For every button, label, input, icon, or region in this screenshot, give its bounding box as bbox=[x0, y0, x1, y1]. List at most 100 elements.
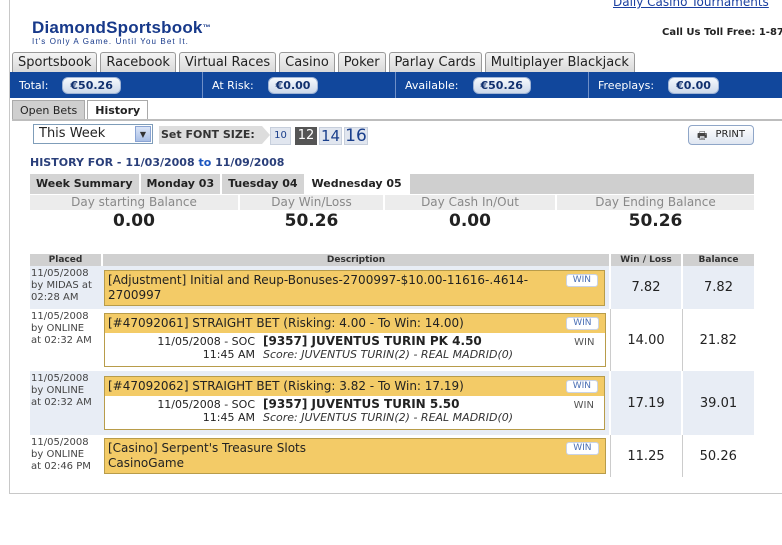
day-tabs: Week Summary Monday 03 Tuesday 04 Wednes… bbox=[30, 174, 754, 194]
win-badge: WIN bbox=[566, 317, 599, 330]
summary-value: 50.26 bbox=[628, 211, 683, 231]
col-header-win-loss: Win / Loss bbox=[610, 254, 683, 266]
daily-casino-tournaments-link[interactable]: Daily Casino Tournaments bbox=[613, 0, 769, 9]
bet-title: [Adjustment] Initial and Reup-Bonuses-27… bbox=[108, 272, 529, 302]
event-datetime: 11/05/2008 - SOC 11:45 AM bbox=[105, 335, 263, 365]
summary-cash-in-out: Day Cash In/Out 0.00 bbox=[385, 195, 557, 233]
placed-cell: 11/05/2008 by ONLINE at 02:32 AM bbox=[30, 309, 102, 371]
history-to-word: to bbox=[198, 156, 212, 169]
description-cell: [Adjustment] Initial and Reup-Bonuses-27… bbox=[102, 266, 610, 309]
balance-cell: 50.26 bbox=[681, 435, 754, 477]
balance-label: At Risk: bbox=[212, 78, 254, 92]
placed-by: by ONLINE bbox=[31, 323, 85, 334]
balance-label: Total: bbox=[19, 78, 49, 92]
tab-tuesday[interactable]: Tuesday 04 bbox=[222, 174, 306, 194]
tab-monday[interactable]: Monday 03 bbox=[140, 174, 223, 194]
font-size-10-button[interactable]: 10 bbox=[270, 127, 291, 145]
tab-week-summary[interactable]: Week Summary bbox=[30, 174, 141, 194]
bet-risk: (Risking: 4.00 - To Win: 14.00) bbox=[283, 316, 464, 330]
font-size-12-button[interactable]: 12 bbox=[295, 127, 317, 145]
pick-text: [9357] JUVENTUS TURIN PK 4.50 bbox=[263, 334, 482, 348]
bet-card: [#47092062] STRAIGHT BET (Risking: 3.82 … bbox=[104, 376, 605, 430]
bet-pick: [9357] JUVENTUS TURIN PK 4.50 Score: JUV… bbox=[263, 335, 513, 365]
bet-id: [#47092061] STRAIGHT BET bbox=[108, 316, 280, 330]
bet-detail: 11/05/2008 - SOC 11:45 AM [9357] JUVENTU… bbox=[105, 333, 605, 366]
main-nav-tabs: Sportsbook Racebook Virtual Races Casino… bbox=[12, 52, 635, 72]
placed-date: 11/05/2008 bbox=[31, 311, 89, 322]
bet-card: [Casino] Serpent's Treasure Slots Casino… bbox=[104, 438, 606, 474]
col-header-balance: Balance bbox=[682, 254, 754, 266]
sub-tabs: Open Bets History bbox=[12, 100, 149, 120]
win-loss-cell: 14.00 bbox=[609, 309, 682, 371]
placed-by: by ONLINE bbox=[31, 385, 85, 396]
bet-header: [#47092061] STRAIGHT BET (Risking: 4.00 … bbox=[105, 314, 605, 333]
summary-value: 50.26 bbox=[284, 211, 339, 231]
description-cell: [#47092062] STRAIGHT BET (Risking: 3.82 … bbox=[102, 371, 610, 435]
pick-text: [9357] JUVENTUS TURIN 5.50 bbox=[263, 397, 460, 411]
balance-total: Total: €50.26 bbox=[10, 72, 203, 98]
bet-subtitle: CasinoGame bbox=[108, 456, 184, 470]
summary-label: Day Win/Loss bbox=[240, 195, 383, 210]
printer-icon: 🖶 bbox=[697, 129, 708, 142]
tab-history[interactable]: History bbox=[87, 100, 149, 120]
summary-value: 0.00 bbox=[449, 211, 491, 231]
tab-poker[interactable]: Poker bbox=[337, 52, 386, 72]
balance-cell: 39.01 bbox=[681, 371, 754, 435]
event-date: 11/05/2008 - SOC bbox=[157, 398, 255, 411]
summary-label: Day Cash In/Out bbox=[385, 195, 555, 210]
tab-sportsbook[interactable]: Sportsbook bbox=[12, 52, 98, 72]
placed-cell: 11/05/2008 by ONLINE at 02:32 AM bbox=[30, 371, 102, 435]
placed-by: by MIDAS at bbox=[31, 280, 92, 291]
tab-parlay-cards[interactable]: Parlay Cards bbox=[388, 52, 482, 72]
bet-result: WIN bbox=[574, 337, 595, 348]
history-range: HISTORY FOR - 11/03/2008 to 11/09/2008 bbox=[30, 156, 284, 169]
tab-multiplayer-blackjack[interactable]: Multiplayer Blackjack bbox=[484, 52, 635, 72]
summary-label: Day Ending Balance bbox=[557, 195, 754, 210]
placed-time: at 02:32 AM bbox=[31, 335, 92, 346]
balance-label: Freeplays: bbox=[598, 78, 655, 92]
font-size-14-button[interactable]: 14 bbox=[319, 127, 342, 145]
tab-virtual-races[interactable]: Virtual Races bbox=[178, 52, 277, 72]
balance-available: Available: €50.26 bbox=[396, 72, 589, 98]
balance-value: €0.00 bbox=[267, 76, 319, 94]
tab-racebook[interactable]: Racebook bbox=[100, 52, 176, 72]
placed-time: at 02:46 PM bbox=[31, 461, 91, 472]
balance-cell: 7.82 bbox=[681, 266, 754, 309]
chevron-down-icon[interactable]: ▼ bbox=[135, 126, 151, 142]
placed-by: by ONLINE bbox=[31, 449, 85, 460]
event-time: 11:45 AM bbox=[202, 348, 255, 361]
tab-open-bets[interactable]: Open Bets bbox=[12, 100, 86, 120]
table-row: 11/05/2008 by ONLINE at 02:32 AM [#47092… bbox=[30, 309, 754, 371]
summary-ending-balance: Day Ending Balance 50.26 bbox=[557, 195, 754, 233]
bet-header: [#47092062] STRAIGHT BET (Risking: 3.82 … bbox=[105, 377, 604, 396]
font-size-label: Set FONT SIZE: bbox=[159, 126, 270, 144]
summary-label: Day starting Balance bbox=[30, 195, 238, 210]
col-header-placed: Placed bbox=[30, 254, 103, 266]
logo-wordmark: DiamondSportsbook™ bbox=[32, 18, 211, 37]
placed-time: 02:28 AM bbox=[31, 292, 79, 303]
placed-cell: 11/05/2008 by ONLINE at 02:46 PM bbox=[30, 435, 102, 477]
font-size-16-button[interactable]: 16 bbox=[344, 127, 368, 145]
period-select[interactable]: This Week ▼ bbox=[33, 124, 153, 144]
score-text: Score: JUVENTUS TURIN(2) - REAL MADRID(0… bbox=[263, 348, 514, 361]
tab-wednesday[interactable]: Wednesday 05 bbox=[305, 174, 410, 194]
history-from-date: 11/03/2008 bbox=[125, 156, 195, 169]
history-to-date: 11/09/2008 bbox=[215, 156, 285, 169]
win-loss-cell: 17.19 bbox=[609, 371, 682, 435]
balance-label: Available: bbox=[405, 78, 459, 92]
balance-cell: 21.82 bbox=[681, 309, 754, 371]
description-cell: [Casino] Serpent's Treasure Slots Casino… bbox=[102, 435, 610, 477]
balance-value: €0.00 bbox=[668, 76, 719, 94]
placed-date: 11/05/2008 bbox=[31, 268, 89, 279]
description-cell: [#47092061] STRAIGHT BET (Risking: 4.00 … bbox=[102, 309, 610, 371]
bet-title: [Casino] Serpent's Treasure Slots bbox=[108, 441, 306, 455]
placed-date: 11/05/2008 bbox=[31, 437, 89, 448]
win-loss-cell: 11.25 bbox=[609, 435, 682, 477]
print-button[interactable]: 🖶 PRINT bbox=[688, 125, 754, 145]
win-badge: WIN bbox=[565, 380, 598, 393]
logo[interactable]: DiamondSportsbook™ It's Only A Game. Unt… bbox=[32, 19, 211, 46]
toll-free-number: Call Us Toll Free: 1-87 bbox=[662, 27, 782, 38]
summary-value: 0.00 bbox=[113, 211, 155, 231]
tab-casino[interactable]: Casino bbox=[279, 52, 335, 72]
divider bbox=[12, 119, 782, 121]
